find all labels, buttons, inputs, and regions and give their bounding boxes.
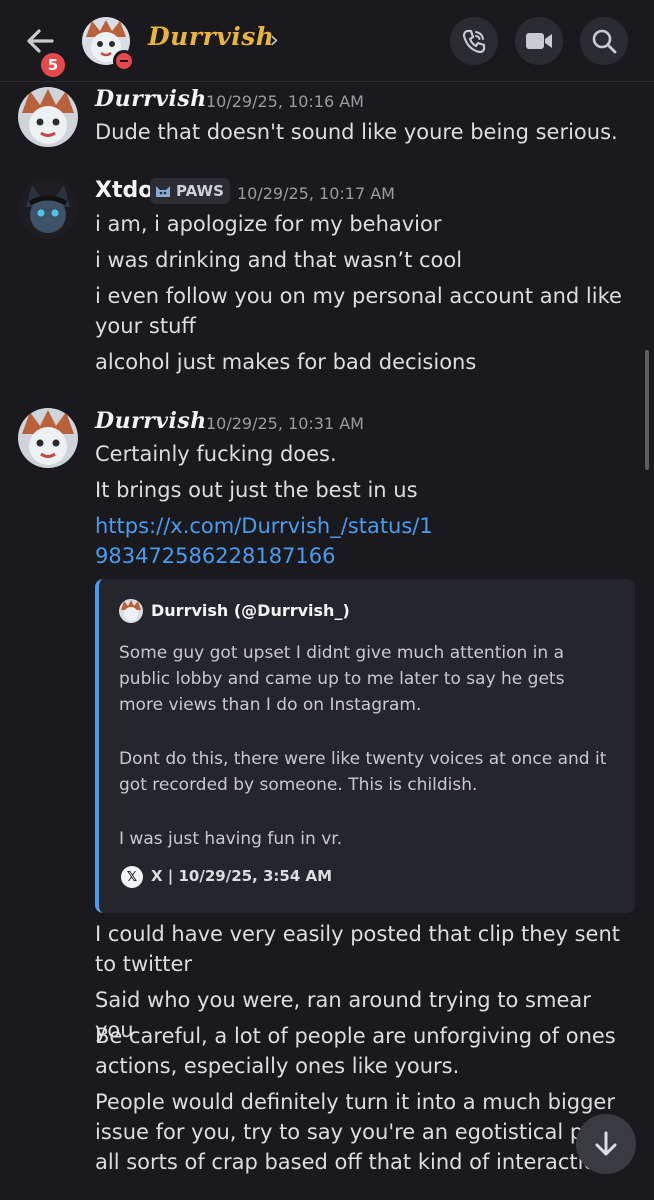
cat-paw-icon (156, 186, 170, 197)
message-text: It brings out just the best in us (95, 478, 418, 502)
message-author[interactable]: Xtdo (95, 178, 153, 203)
chat-header: 5 Durrvish › (0, 0, 654, 82)
message-text: Dude that doesn't sound like youre being… (95, 120, 618, 144)
x-logo-icon: 𝕏 (121, 866, 143, 888)
message-text: People would definitely turn it into a m… (95, 1090, 617, 1174)
video-camera-icon (526, 33, 552, 49)
message-timestamp: 10/29/25, 10:16 AM (206, 92, 364, 111)
scrollbar[interactable] (645, 350, 649, 470)
message-text: i even follow you on my personal account… (95, 284, 622, 338)
message-text: Certainly fucking does. (95, 442, 337, 466)
durrvish-avatar[interactable] (18, 408, 78, 468)
message-text: I could have very easily posted that cli… (95, 922, 620, 976)
durrvish-avatar[interactable] (18, 87, 78, 147)
unread-count-badge: 5 (38, 50, 68, 80)
phone-call-icon (462, 29, 486, 54)
message-text: Be careful, a lot of people are unforgiv… (95, 1024, 616, 1078)
message-text: i was drinking and that wasn’t cool (95, 248, 463, 272)
search-button[interactable] (580, 17, 628, 65)
message-timestamp: 10/29/25, 10:31 AM (206, 414, 364, 433)
xtdo-avatar[interactable] (18, 179, 78, 239)
server-tag-label: PAWS (176, 182, 224, 200)
server-tag[interactable]: PAWS (150, 178, 230, 204)
embed-description: I was just having fun in vr. (119, 829, 343, 849)
embed-description: Some guy got upset I didnt give much att… (119, 643, 565, 715)
search-icon (592, 29, 617, 54)
chevron-right-icon[interactable]: › (270, 28, 279, 53)
message-timestamp: 10/29/25, 10:17 AM (237, 184, 395, 203)
link-embed[interactable]: Durrvish (@Durrvish_) Some guy got upset… (95, 579, 635, 913)
embed-footer: X | 10/29/25, 3:54 AM (151, 867, 333, 885)
message-list[interactable]: Durrvish 10/29/25, 10:16 AM Dude that do… (0, 82, 654, 1200)
message-author[interactable]: Durrvish (95, 408, 207, 434)
contact-name[interactable]: Durrvish (148, 22, 274, 51)
embed-author-avatar (119, 599, 143, 623)
message-text: i am, i apologize for my behavior (95, 212, 442, 236)
dnd-status-icon (113, 50, 135, 72)
jump-to-present-button[interactable] (576, 1114, 636, 1174)
video-call-button[interactable] (515, 17, 563, 65)
message-text: alcohol just makes for bad decisions (95, 350, 477, 374)
voice-call-button[interactable] (450, 17, 498, 65)
arrow-down-icon (595, 1131, 617, 1156)
message-author[interactable]: Durrvish (95, 86, 207, 112)
tweet-link[interactable]: https://x.com/Durrvish_/status/198347258… (95, 511, 435, 571)
embed-author[interactable]: Durrvish (@Durrvish_) (151, 601, 350, 620)
embed-description: Dont do this, there were like twenty voi… (119, 749, 607, 795)
